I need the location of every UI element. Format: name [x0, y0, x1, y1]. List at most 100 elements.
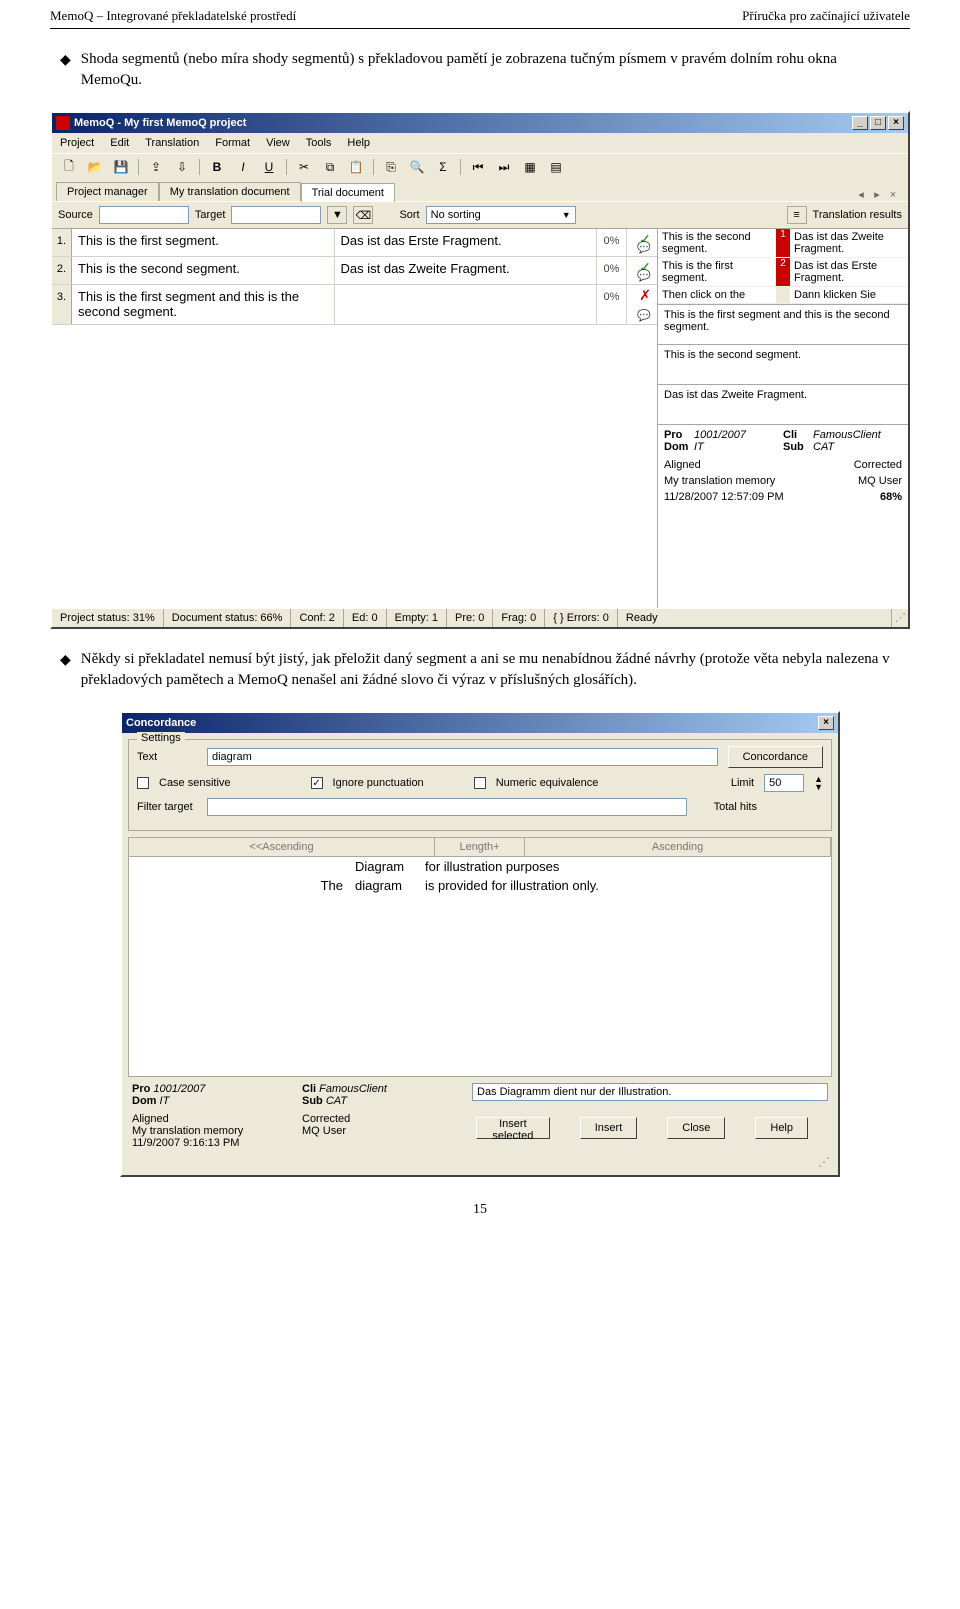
resize-grip-icon[interactable]: ⋰: [892, 609, 908, 627]
target-preview[interactable]: [472, 1083, 828, 1101]
dialog-meta: Pro 1001/2007 Dom IT Cli FamousClient Su…: [128, 1077, 832, 1113]
row-number: 1.: [52, 229, 72, 256]
dialog-resize-grip-icon[interactable]: ⋰: [128, 1155, 832, 1169]
tool-underline-icon[interactable]: U: [258, 157, 280, 177]
bullet-text-1: Shoda segmentů (nebo míra shody segmentů…: [81, 49, 900, 91]
ignore-checkbox[interactable]: ✓: [311, 777, 323, 789]
row-keyword: Diagram: [349, 859, 419, 874]
dmeta-sub-v: CAT: [326, 1095, 347, 1107]
bullet-text-2: Někdy si překladatel nemusí být jistý, j…: [81, 649, 900, 691]
tab-prev-icon[interactable]: ◂: [854, 188, 868, 201]
tool-tb-icon[interactable]: ▤: [545, 157, 567, 177]
menu-tools[interactable]: Tools: [306, 137, 332, 149]
tab-close-icon[interactable]: ×: [886, 189, 900, 201]
tool-export-icon[interactable]: ⇪: [145, 157, 167, 177]
meta-cli-value: FamousClient: [813, 429, 902, 441]
concordance-button[interactable]: Concordance: [728, 746, 823, 768]
status-errors: { } Errors: 0: [545, 609, 618, 627]
titlebar[interactable]: MemoQ - My first MemoQ project _ □ ×: [52, 113, 908, 133]
limit-input[interactable]: [764, 774, 804, 792]
menu-edit[interactable]: Edit: [110, 137, 129, 149]
tab-next-icon[interactable]: ▸: [870, 188, 884, 201]
list-row[interactable]: Diagram for illustration purposes: [129, 857, 831, 876]
tool-save-icon[interactable]: 💾: [110, 157, 132, 177]
dialog-titlebar[interactable]: Concordance ×: [122, 713, 838, 733]
dialog-close-button[interactable]: ×: [818, 716, 834, 730]
source-cell[interactable]: This is the first segment.: [72, 229, 335, 256]
comment-icon[interactable]: 💬: [637, 269, 651, 282]
grid-row[interactable]: 3. This is the first segment and this is…: [52, 285, 657, 325]
help-button[interactable]: Help: [755, 1117, 808, 1139]
tool-open-icon[interactable]: 📂: [84, 157, 106, 177]
menu-view[interactable]: View: [266, 137, 290, 149]
comment-icon[interactable]: 💬: [637, 309, 651, 322]
row-left: [129, 859, 349, 874]
tool-tag-icon[interactable]: ⎘: [380, 157, 402, 177]
meta-pro-label: Pro: [664, 429, 694, 441]
results-list: This is the second segment. 1 Das ist da…: [658, 229, 908, 305]
tool-stats-icon[interactable]: Σ: [432, 157, 454, 177]
filter-clear-icon[interactable]: ⌫: [353, 206, 373, 224]
menu-format[interactable]: Format: [215, 137, 250, 149]
dmeta-pro-v: 1001/2007: [153, 1083, 205, 1095]
status-empty: Empty: 1: [387, 609, 447, 627]
close-dialog-button[interactable]: Close: [667, 1117, 725, 1139]
dmeta-date: 11/9/2007 9:16:13 PM: [132, 1137, 282, 1149]
bullet-icon: ◆: [60, 49, 71, 91]
case-checkbox[interactable]: [137, 777, 149, 789]
hdr-ascending-right[interactable]: Ascending: [525, 838, 831, 856]
concordance-list[interactable]: Diagram for illustration purposes The di…: [128, 857, 832, 1077]
result-row[interactable]: This is the first segment. 2 Das ist das…: [658, 258, 908, 287]
result-row[interactable]: Then click on the Dann klicken Sie: [658, 287, 908, 304]
tab-trial-document[interactable]: Trial document: [301, 183, 395, 202]
tool-find-icon[interactable]: 🔍: [406, 157, 428, 177]
comment-icon[interactable]: 💬: [637, 241, 651, 254]
numeric-checkbox[interactable]: [474, 777, 486, 789]
menu-translation[interactable]: Translation: [145, 137, 199, 149]
dmeta-cli-v: FamousClient: [319, 1083, 387, 1095]
minimize-button[interactable]: _: [852, 116, 868, 130]
tool-prev-icon[interactable]: ⏮: [467, 157, 489, 177]
target-cell[interactable]: Das ist das Erste Fragment.: [335, 229, 598, 256]
tool-next-icon[interactable]: ⏭: [493, 157, 515, 177]
tool-bold-icon[interactable]: B: [206, 157, 228, 177]
tool-cut-icon[interactable]: ✂: [293, 157, 315, 177]
tool-new-icon[interactable]: 🗋: [58, 157, 80, 177]
insert-button[interactable]: Insert: [580, 1117, 638, 1139]
tab-my-translation[interactable]: My translation document: [159, 182, 301, 201]
insert-selected-button[interactable]: Insert selected: [476, 1117, 550, 1139]
status-conf: Conf: 2: [291, 609, 343, 627]
spinner-icon[interactable]: ▲▼: [814, 775, 823, 791]
target-cell[interactable]: [335, 285, 598, 324]
grid-row[interactable]: 1. This is the first segment. Das ist da…: [52, 229, 657, 257]
target-filter-input[interactable]: [231, 206, 321, 224]
maximize-button[interactable]: □: [870, 116, 886, 130]
menu-help[interactable]: Help: [347, 137, 370, 149]
filter-funnel-icon[interactable]: ▼: [327, 206, 347, 224]
tab-project-manager[interactable]: Project manager: [56, 182, 159, 201]
tool-import-icon[interactable]: ⇩: [171, 157, 193, 177]
results-icon[interactable]: ≡: [787, 206, 807, 224]
target-cell[interactable]: Das ist das Zweite Fragment.: [335, 257, 598, 284]
header-right: Příručka pro začínající uživatele: [742, 8, 910, 24]
tool-italic-icon[interactable]: I: [232, 157, 254, 177]
filter-input[interactable]: [207, 798, 687, 816]
tool-copy-icon[interactable]: ⧉: [319, 157, 341, 177]
sort-combo[interactable]: No sorting ▼: [426, 206, 576, 224]
source-cell[interactable]: This is the second segment.: [72, 257, 335, 284]
close-button[interactable]: ×: [888, 116, 904, 130]
text-input[interactable]: [207, 748, 718, 766]
tool-paste-icon[interactable]: 📋: [345, 157, 367, 177]
sort-value: No sorting: [431, 209, 481, 221]
list-row[interactable]: The diagram is provided for illustration…: [129, 876, 831, 895]
menu-project[interactable]: Project: [60, 137, 94, 149]
source-cell[interactable]: This is the first segment and this is th…: [72, 285, 335, 324]
hdr-length[interactable]: Length+: [435, 838, 525, 856]
tool-tm-icon[interactable]: ▦: [519, 157, 541, 177]
settings-fieldset: Settings Text Concordance Case sensitive…: [128, 739, 832, 831]
hdr-ascending-left[interactable]: <<Ascending: [129, 838, 435, 856]
source-filter-input[interactable]: [99, 206, 189, 224]
grid-row[interactable]: 2. This is the second segment. Das ist d…: [52, 257, 657, 285]
row-left: The: [129, 878, 349, 893]
result-row[interactable]: This is the second segment. 1 Das ist da…: [658, 229, 908, 258]
